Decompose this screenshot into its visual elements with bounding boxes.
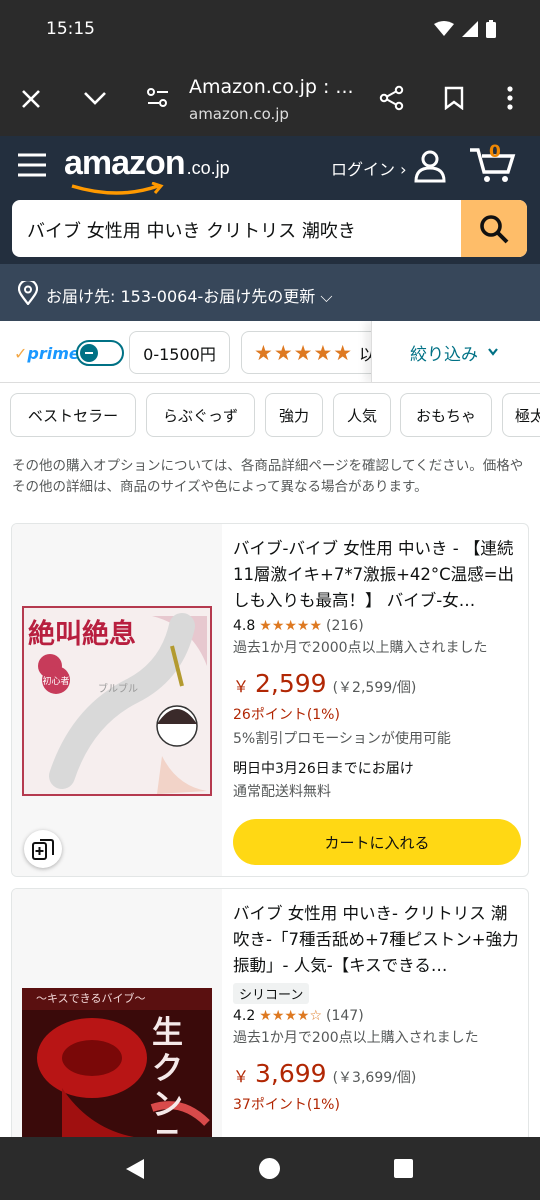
beginner-badge: 初心者 — [42, 666, 70, 694]
page-domain[interactable]: amazon.co.jp — [189, 105, 289, 123]
product-image-caption: ブルブル — [98, 684, 138, 695]
unit-price: (￥2,599/個) — [332, 680, 417, 696]
product-price[interactable]: ￥ 2,599 (￥2,599/個) — [233, 669, 520, 698]
close-icon[interactable] — [20, 88, 42, 110]
chip-popular[interactable]: 人気 — [333, 393, 391, 437]
prime-toggle[interactable] — [76, 340, 124, 366]
product-image-caption: 〜キスできるバイブ〜 — [36, 992, 146, 1005]
back-icon[interactable] — [124, 1158, 146, 1180]
price-filter-chip[interactable]: 0-1500円 — [129, 331, 230, 374]
battery-icon — [486, 20, 496, 38]
review-count: (216) — [326, 618, 364, 634]
review-count: (147) — [326, 1008, 364, 1024]
material-tag: シリコーン — [233, 983, 310, 1004]
purchase-count: 過去1か月で200点以上購入されました — [233, 1030, 479, 1046]
chip-best-seller[interactable]: ベストセラー — [10, 393, 136, 437]
recents-icon[interactable] — [394, 1159, 413, 1178]
chevron-down-icon — [488, 348, 498, 356]
price-amount: 3,699 — [255, 1059, 327, 1088]
chip-love-goods[interactable]: らぶぐっず — [146, 393, 255, 437]
logo-suffix: .co.jp — [186, 158, 230, 178]
hamburger-menu-icon[interactable] — [18, 152, 46, 178]
page-title[interactable]: Amazon.co.jp : ... — [189, 76, 354, 98]
share-icon[interactable] — [379, 85, 405, 111]
status-time: 15:15 — [46, 19, 95, 39]
product-image-title: 絶叫絶息 — [28, 619, 136, 650]
purchase-count: 過去1か月で2000点以上購入されました — [233, 640, 488, 656]
prime-label: prime — [27, 344, 80, 363]
page-controls-icon[interactable] — [146, 87, 170, 109]
points: 26ポイント(1%) — [233, 707, 340, 723]
price-amount: 2,599 — [255, 669, 327, 698]
delivery-location-bar[interactable]: お届け先: 153-0064-お届け先の更新 ⌵ — [0, 264, 540, 321]
rating-stars-icon: ★★★★☆ — [259, 1008, 323, 1024]
chip-extra-thick[interactable]: 極太 — [502, 393, 540, 437]
location-pin-icon — [18, 281, 38, 305]
product-image-container[interactable]: 絶叫絶息 初心者 ブルブル — [12, 524, 222, 876]
search-icon — [480, 214, 509, 243]
browser-toolbar: Amazon.co.jp : ... amazon.co.jp — [0, 60, 540, 136]
chevron-down-icon[interactable] — [83, 90, 107, 106]
star-rating-icon: ★★★★★ — [254, 340, 354, 365]
points: 37ポイント(1%) — [233, 1097, 340, 1113]
home-icon[interactable] — [258, 1157, 281, 1180]
product-info: バイブ-バイブ 女性用 中いき - 【連続11層激イキ+7*7激振+42°C温感… — [233, 524, 521, 865]
product-rating[interactable]: 4.8 ★★★★★ (216) — [233, 618, 520, 634]
currency-symbol: ￥ — [233, 1067, 250, 1086]
compare-icon — [32, 839, 54, 860]
promotion: 5%割引プロモーションが使用可能 — [233, 731, 451, 747]
product-info: バイブ 女性用 中いき- クリトリス 潮吹き-「7種舌舐め+7種ピストン+強力振… — [233, 889, 520, 1114]
search-bar[interactable]: バイブ 女性用 中いき クリトリス 潮吹き — [12, 200, 527, 257]
currency-symbol: ￥ — [233, 677, 250, 696]
unit-price: (￥3,699/個) — [332, 1070, 417, 1086]
rating-value: 4.8 — [233, 618, 256, 634]
amazon-logo[interactable]: amazon .co.jp — [64, 144, 230, 183]
status-icons — [434, 20, 496, 38]
product-rating[interactable]: 4.2 ★★★★☆ (147) — [233, 1008, 520, 1024]
amazon-header: amazon .co.jp ログイン › 0 バイブ 女性用 中いき クリトリス … — [0, 136, 540, 264]
compare-button[interactable] — [24, 830, 62, 868]
filter-bar: ✓prime 0-1500円 ★★★★★ 以上 絞り込み — [0, 321, 540, 383]
purchase-options-note: その他の購入オプションについては、各商品詳細ページを確認してください。価格やその… — [12, 458, 524, 495]
cart-count-badge: 0 — [489, 142, 501, 162]
product-card[interactable]: 絶叫絶息 初心者 ブルブル バイブ-バイブ 女性用 中いき - 【連続11層激イ… — [11, 523, 529, 877]
status-bar: 15:15 — [0, 0, 540, 60]
delivery-location-text[interactable]: お届け先: 153-0064-お届け先の更新 ⌵ — [46, 283, 333, 307]
delivery-date: 明日中3月26日までにお届け — [233, 761, 414, 777]
add-to-cart-button[interactable]: カートに入れる — [233, 819, 521, 865]
product-price[interactable]: ￥ 3,699 (￥3,699/個) — [233, 1059, 520, 1088]
chip-strong[interactable]: 強力 — [265, 393, 323, 437]
toggle-knob — [80, 344, 98, 362]
product-title[interactable]: バイブ-バイブ 女性用 中いき - 【連続11層激イキ+7*7激振+42°C温感… — [233, 536, 520, 614]
more-vert-icon[interactable] — [506, 86, 514, 110]
product-title[interactable]: バイブ 女性用 中いき- クリトリス 潮吹き-「7種舌舐め+7種ピストン+強力振… — [233, 901, 520, 979]
bookmark-icon[interactable] — [444, 86, 464, 110]
rating-value: 4.2 — [233, 1008, 256, 1024]
search-input[interactable]: バイブ 女性用 中いき クリトリス 潮吹き — [27, 217, 356, 243]
login-link[interactable]: ログイン › — [331, 156, 407, 180]
system-nav-bar — [0, 1137, 540, 1200]
signal-icon — [462, 21, 478, 37]
shipping-info: 通常配送料無料 — [233, 784, 331, 800]
prime-filter-label[interactable]: ✓prime — [14, 344, 80, 363]
wifi-icon — [434, 21, 454, 36]
search-button[interactable] — [461, 200, 527, 257]
amazon-smile-icon — [71, 182, 164, 195]
logo-text: amazon — [64, 144, 186, 182]
chip-toys[interactable]: おもちゃ — [400, 393, 492, 437]
rating-stars-icon: ★★★★★ — [259, 618, 323, 634]
user-icon[interactable] — [412, 148, 448, 184]
keyword-chip-bar: ベストセラー らぶぐっず 強力 人気 おもちゃ 極太 — [0, 383, 540, 445]
refine-button[interactable]: 絞り込み — [371, 321, 540, 382]
refine-label: 絞り込み — [410, 344, 478, 365]
